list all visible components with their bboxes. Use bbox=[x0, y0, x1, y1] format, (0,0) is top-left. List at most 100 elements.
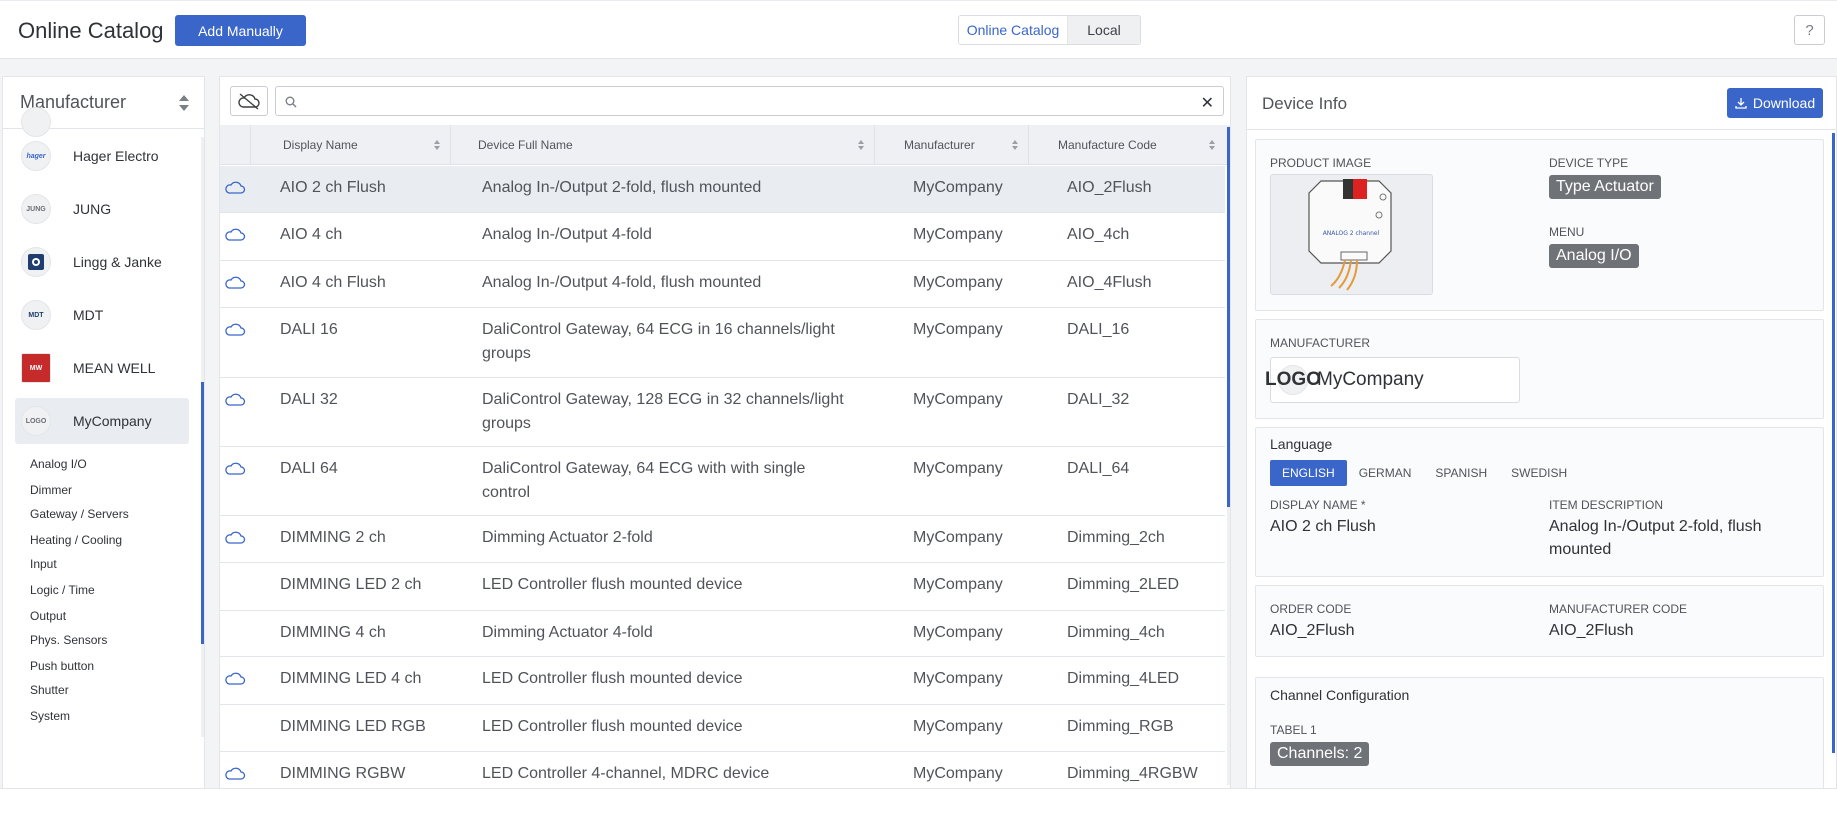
display-name-value: AIO 2 ch Flush bbox=[1270, 518, 1376, 535]
tab-german[interactable]: GERMAN bbox=[1347, 460, 1424, 486]
table-row[interactable]: AIO 4 ch Flush Analog In-/Output 4-fold, … bbox=[220, 261, 1225, 308]
category-phys-sensors[interactable]: Phys. Sensors bbox=[30, 633, 107, 647]
tabel-label: TABEL 1 bbox=[1270, 723, 1317, 737]
cell-manufacturer: MyCompany bbox=[913, 670, 1003, 687]
cell-device-full-name: LED Controller 4-channel, MDRC device bbox=[482, 765, 770, 782]
display-name-label: DISPLAY NAME * bbox=[1270, 498, 1366, 512]
table-row[interactable]: DIMMING LED 2 ch LED Controller flush mou… bbox=[220, 563, 1225, 611]
table-scrollbar-thumb[interactable] bbox=[1227, 127, 1230, 507]
tab-local[interactable]: Local bbox=[1068, 16, 1140, 44]
category-push-button[interactable]: Push button bbox=[30, 659, 94, 673]
cell-device-full-name: LED Controller flush mounted device bbox=[482, 718, 743, 735]
category-heating-cooling[interactable]: Heating / Cooling bbox=[30, 533, 122, 547]
category-input[interactable]: Input bbox=[30, 557, 57, 571]
column-label: Display Name bbox=[283, 138, 358, 152]
device-info-scrollbar[interactable] bbox=[1832, 133, 1835, 753]
column-manufacturer[interactable]: Manufacturer bbox=[874, 125, 1028, 165]
mycompany-logo: LOGO bbox=[21, 406, 51, 436]
order-code-label: ORDER CODE bbox=[1270, 602, 1352, 616]
cell-manufacturer: MyCompany bbox=[913, 391, 1003, 408]
category-shutter[interactable]: Shutter bbox=[30, 683, 69, 697]
lingg-janke-logo bbox=[21, 247, 51, 277]
tab-spanish[interactable]: SPANISH bbox=[1423, 460, 1499, 486]
column-display-name[interactable]: Display Name bbox=[250, 125, 450, 165]
table-row[interactable]: AIO 4 ch Analog In-/Output 4-fold MyCompan… bbox=[220, 213, 1225, 261]
product-image: ANALOG 2 channel bbox=[1270, 174, 1433, 295]
cell-device-full-name-cont: groups bbox=[482, 345, 531, 362]
download-label: Download bbox=[1752, 95, 1816, 111]
manufacturer-item-lingg-janke[interactable]: Lingg & Janke bbox=[15, 239, 189, 285]
cell-manufacture-code: AIO_4Flush bbox=[1067, 274, 1152, 291]
cloud-icon bbox=[224, 671, 246, 692]
search-icon bbox=[285, 95, 297, 113]
manufacturer-name: MEAN WELL bbox=[73, 360, 156, 376]
table-row[interactable]: DALI 64 DaliControl Gateway, 64 ECG with … bbox=[220, 447, 1225, 516]
column-device-full-name[interactable]: Device Full Name bbox=[450, 125, 874, 165]
clear-search-icon[interactable]: ✕ bbox=[1201, 93, 1214, 113]
add-manually-button[interactable]: Add Manually bbox=[175, 15, 306, 46]
manufacturer-panel: Manufacturer hager Hager Electro JUNG JU… bbox=[2, 76, 205, 790]
manufacturer-scrollbar-thumb[interactable] bbox=[201, 382, 204, 644]
order-code-value: AIO_2Flush bbox=[1270, 622, 1355, 639]
table-row[interactable]: AIO 2 ch Flush Analog In-/Output 2-fold, … bbox=[220, 166, 1225, 213]
cloud-icon bbox=[224, 180, 246, 201]
cell-manufacturer: MyCompany bbox=[913, 179, 1003, 196]
cell-display-name: DIMMING LED 4 ch bbox=[280, 670, 422, 687]
help-button[interactable]: ? bbox=[1794, 15, 1825, 45]
channels-badge: Channels: 2 bbox=[1270, 742, 1370, 766]
category-output[interactable]: Output bbox=[30, 609, 66, 623]
cloud-filter-button[interactable] bbox=[230, 86, 268, 116]
table-row[interactable]: DALI 32 DaliControl Gateway, 128 ECG in 3… bbox=[220, 378, 1225, 447]
cell-device-full-name: DaliControl Gateway, 64 ECG in 16 channe… bbox=[482, 321, 835, 338]
cell-manufacturer: MyCompany bbox=[913, 576, 1003, 593]
device-info-header: Device Info Download bbox=[1247, 77, 1836, 130]
table-row[interactable]: DIMMING LED RGB LED Controller flush moun… bbox=[220, 705, 1225, 752]
category-dimmer[interactable]: Dimmer bbox=[30, 483, 72, 497]
item-description-line2: mounted bbox=[1549, 541, 1612, 558]
codes-card: ORDER CODE AIO_2Flush MANUFACTURER CODE … bbox=[1255, 585, 1824, 657]
column-label: Device Full Name bbox=[478, 138, 573, 152]
search-input[interactable] bbox=[304, 92, 1184, 112]
tab-online-catalog[interactable]: Online Catalog bbox=[959, 16, 1068, 44]
category-gateway-servers[interactable]: Gateway / Servers bbox=[30, 507, 129, 521]
cell-display-name: AIO 4 ch Flush bbox=[280, 274, 386, 291]
manufacturer-value: MyCompany bbox=[1317, 369, 1424, 390]
manufacturer-item-mean-well[interactable]: MW MEAN WELL bbox=[15, 345, 189, 391]
cell-display-name: AIO 2 ch Flush bbox=[280, 179, 386, 196]
mean-well-logo: MW bbox=[21, 353, 51, 383]
cell-manufacturer: MyCompany bbox=[913, 274, 1003, 291]
table-row[interactable]: DIMMING 4 ch Dimming Actuator 4-fold MyCom… bbox=[220, 611, 1225, 657]
cloud-icon bbox=[224, 392, 246, 413]
page-title: Online Catalog bbox=[18, 18, 164, 43]
cell-device-full-name: Dimming Actuator 2-fold bbox=[482, 529, 653, 546]
cell-manufacturer: MyCompany bbox=[913, 529, 1003, 546]
column-manufacture-code[interactable]: Manufacture Code bbox=[1028, 125, 1225, 165]
cloud-icon bbox=[224, 766, 246, 787]
category-analog-io[interactable]: Analog I/O bbox=[30, 457, 87, 471]
manufacturer-item-jung[interactable]: JUNG JUNG bbox=[15, 186, 189, 232]
manufacturer-item-hager[interactable]: hager Hager Electro bbox=[15, 133, 189, 179]
table-row[interactable]: DALI 16 DaliControl Gateway, 64 ECG in 16… bbox=[220, 308, 1225, 378]
product-image-label: PRODUCT IMAGE bbox=[1270, 156, 1372, 170]
manufacturer-item-mdt[interactable]: MDT MDT bbox=[15, 292, 189, 338]
cloud-icon bbox=[224, 461, 246, 482]
table-row[interactable]: DIMMING 2 ch Dimming Actuator 2-fold MyCom… bbox=[220, 516, 1225, 563]
cloud-off-icon bbox=[238, 93, 260, 110]
menu-badge: Analog I/O bbox=[1549, 244, 1639, 268]
cell-display-name: AIO 4 ch bbox=[280, 226, 343, 243]
category-logic-time[interactable]: Logic / Time bbox=[30, 583, 95, 597]
tab-english[interactable]: ENGLISH bbox=[1270, 460, 1347, 486]
manufacturer-code-label: MANUFACTURER CODE bbox=[1549, 602, 1688, 616]
cell-manufacturer: MyCompany bbox=[913, 765, 1003, 782]
table-row[interactable]: DIMMING RGBW LED Controller 4-channel, MD… bbox=[220, 752, 1225, 789]
tab-swedish[interactable]: SWEDISH bbox=[1499, 460, 1579, 486]
cell-manufacture-code: AIO_4ch bbox=[1067, 226, 1130, 243]
cell-display-name: DALI 32 bbox=[280, 391, 338, 408]
cell-device-full-name-cont: groups bbox=[482, 415, 531, 432]
manufacturer-item-mycompany[interactable]: LOGO MyCompany bbox=[15, 398, 189, 444]
download-button[interactable]: Download bbox=[1727, 88, 1823, 118]
table-row[interactable]: DIMMING LED 4 ch LED Controller flush mou… bbox=[220, 657, 1225, 705]
sort-icon bbox=[1209, 140, 1217, 151]
catalog-source-toggle: Online Catalog Local bbox=[958, 15, 1141, 45]
category-system[interactable]: System bbox=[30, 709, 70, 723]
